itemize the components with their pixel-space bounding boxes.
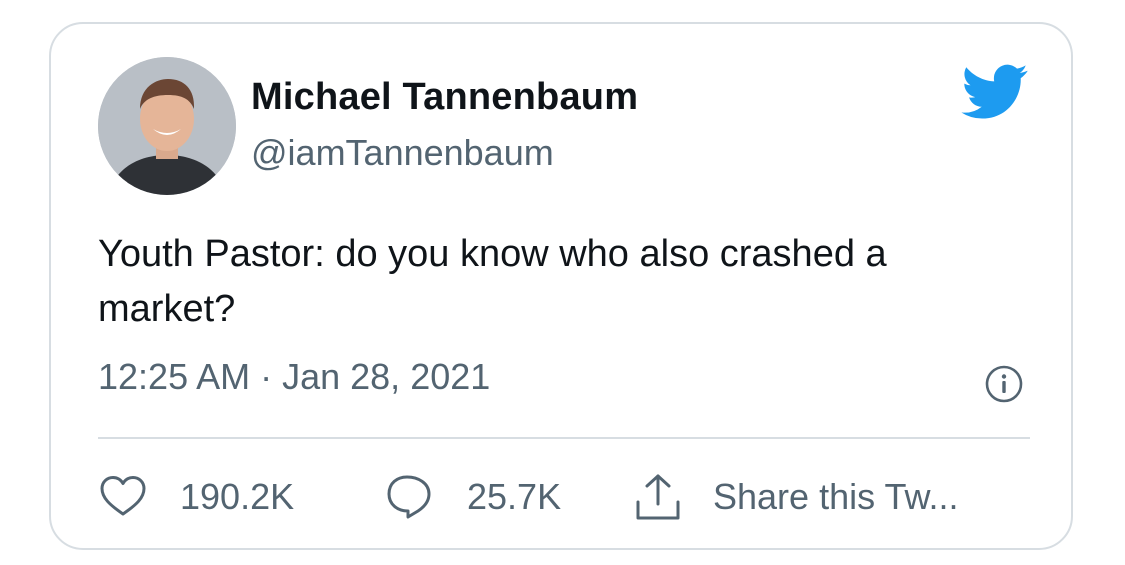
avatar[interactable] xyxy=(98,57,236,195)
tweet-timestamp[interactable]: 12:25 AM · Jan 28, 2021 xyxy=(98,356,490,398)
like-count: 190.2K xyxy=(180,476,295,517)
speech-bubble-icon xyxy=(385,472,435,522)
info-icon[interactable] xyxy=(984,364,1024,404)
tweet-text: Youth Pastor: do you know who also crash… xyxy=(98,233,887,330)
share-label: Share this Tw... xyxy=(713,476,959,517)
reply-count: 25.7K xyxy=(467,476,562,517)
divider xyxy=(98,437,1030,439)
author-display-name[interactable]: Michael Tannenbaum xyxy=(251,76,638,119)
like-button[interactable]: 190.2K xyxy=(98,472,294,522)
author-handle[interactable]: @iamTannenbaum xyxy=(251,132,554,174)
twitter-bird-icon[interactable] xyxy=(961,64,1029,120)
share-upload-icon xyxy=(633,472,683,522)
heart-icon xyxy=(98,472,148,522)
action-bar: 190.2K 25.7K Share this Tw... xyxy=(98,472,1038,522)
share-button[interactable]: Share this Tw... xyxy=(633,472,958,522)
tweet-card[interactable]: Michael Tannenbaum @iamTannenbaum Youth … xyxy=(49,22,1073,550)
reply-button[interactable]: 25.7K xyxy=(385,472,561,522)
